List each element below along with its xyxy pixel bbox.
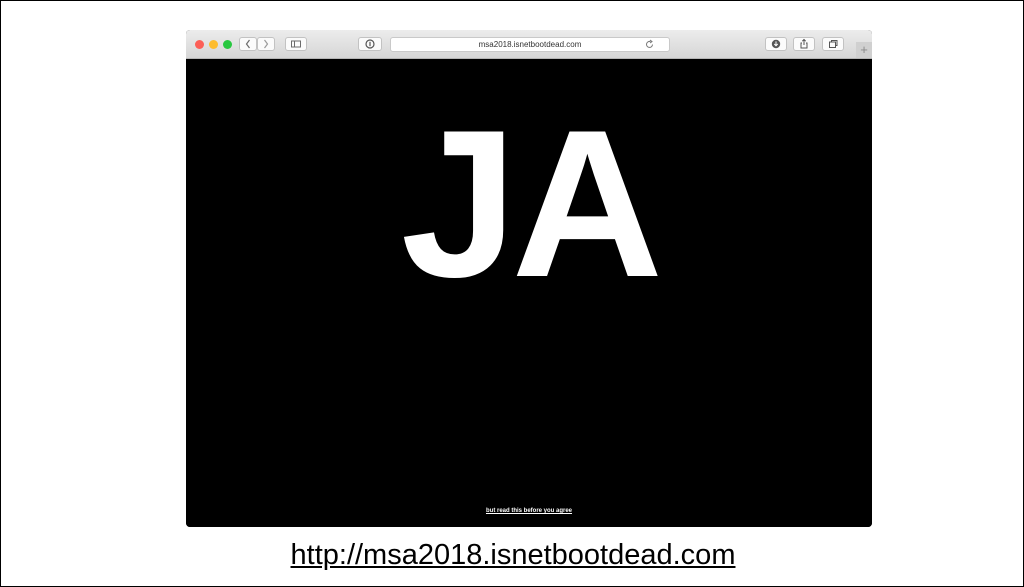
info-shield-icon [365, 39, 375, 49]
page-headline: JA [400, 86, 663, 321]
new-tab-button[interactable]: + [856, 42, 872, 58]
share-button[interactable] [793, 37, 815, 51]
sidebar-button[interactable] [285, 37, 307, 51]
close-window-button[interactable] [195, 40, 204, 49]
tabs-overview-button[interactable] [822, 37, 844, 51]
slide: msa2018.isnetbootdead.com + JA but read … [0, 0, 1024, 587]
download-icon [771, 39, 781, 49]
sidebar-icon [291, 40, 301, 48]
minimize-window-button[interactable] [209, 40, 218, 49]
tabs-icon [829, 40, 838, 48]
chevron-right-icon [264, 39, 269, 49]
read-before-agree-link[interactable]: but read this before you agree [186, 508, 872, 514]
caption-url-link[interactable]: http://msa2018.isnetbootdead.com [1, 538, 1024, 572]
chevron-left-icon [245, 39, 250, 49]
browser-window: msa2018.isnetbootdead.com + JA but read … [186, 30, 872, 527]
forward-button[interactable] [257, 37, 275, 51]
back-button[interactable] [239, 37, 257, 51]
page-viewport: JA but read this before you agree [186, 59, 872, 527]
zoom-window-button[interactable] [223, 40, 232, 49]
address-bar[interactable]: msa2018.isnetbootdead.com [390, 37, 670, 52]
privacy-report-button[interactable] [358, 37, 382, 51]
reload-icon[interactable] [644, 39, 655, 50]
share-icon [800, 38, 808, 49]
downloads-button[interactable] [765, 37, 787, 51]
browser-toolbar: msa2018.isnetbootdead.com + [186, 30, 872, 59]
address-url: msa2018.isnetbootdead.com [478, 40, 582, 49]
